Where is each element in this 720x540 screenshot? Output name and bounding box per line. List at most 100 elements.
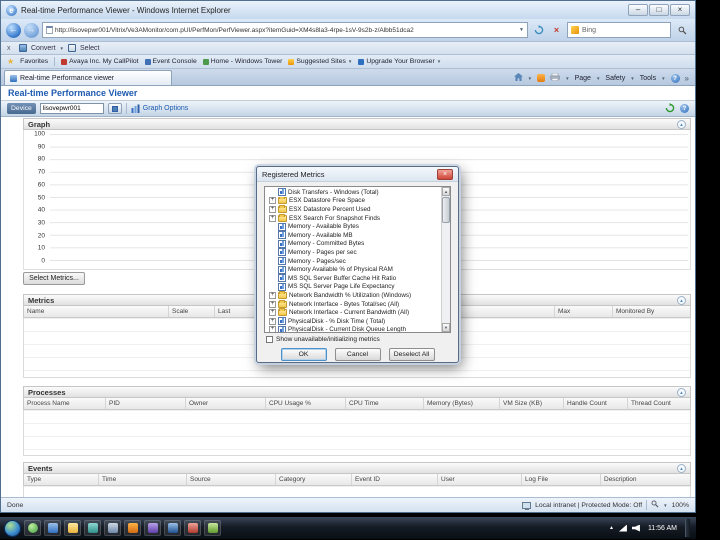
home-caret-icon[interactable]: ▼: [528, 76, 532, 81]
device-input[interactable]: [39, 103, 104, 114]
taskbar-icon[interactable]: [84, 520, 101, 536]
graph-options-button[interactable]: Graph Options: [131, 104, 188, 113]
select-button[interactable]: Select: [80, 45, 99, 52]
favorite-label: Suggested Sites: [296, 58, 346, 65]
stop-button[interactable]: ×: [549, 23, 564, 38]
metric-tree-item[interactable]: + ESX Datastore Free Space: [265, 196, 440, 206]
clock[interactable]: 11:56 AM: [645, 525, 680, 532]
collapse-metrics-button[interactable]: ▲: [677, 295, 686, 305]
taskbar-icon[interactable]: [44, 520, 61, 536]
favorite-link-event-console[interactable]: Event Console: [144, 58, 197, 65]
taskbar-icon[interactable]: [144, 520, 161, 536]
metric-tree-item[interactable]: + Network Bandwidth % Utilization (Window…: [265, 291, 440, 300]
metric-tree-item[interactable]: + ESX Search For Snapshot Finds: [265, 213, 440, 223]
safety-menu[interactable]: Safety: [605, 75, 625, 82]
metric-tree-item[interactable]: MS SQL Server Page Life Expectancy: [265, 282, 440, 292]
metric-tree-item[interactable]: + Network Interface - Current Bandwidth (…: [265, 308, 440, 317]
network-icon[interactable]: [618, 524, 627, 532]
url-input[interactable]: http://lisovepwr001/Vitrix/Ve3AMonitor/c…: [42, 22, 528, 38]
minimize-button[interactable]: –: [628, 4, 648, 16]
page-menu[interactable]: Page: [575, 75, 591, 82]
tab-title: Real-time Performance viewer: [20, 74, 115, 82]
toolbar-close-button[interactable]: x: [7, 45, 15, 52]
collapse-events-button[interactable]: ▲: [677, 463, 686, 473]
tab-performance-viewer[interactable]: Real-time Performance viewer: [4, 70, 172, 85]
metric-tree-item[interactable]: Memory - Available Bytes: [265, 222, 440, 231]
expand-icon[interactable]: +: [269, 309, 276, 317]
expand-icon[interactable]: +: [269, 205, 276, 213]
expand-icon[interactable]: +: [269, 197, 276, 205]
tray-expand-button[interactable]: ▲: [609, 525, 614, 531]
metric-tree-item[interactable]: Disk Transfers - Windows (Total): [265, 188, 440, 197]
expand-icon[interactable]: +: [269, 300, 276, 308]
dialog-close-button[interactable]: ×: [437, 168, 453, 180]
expand-icon[interactable]: +: [269, 291, 276, 299]
metric-tree-item[interactable]: + ESX Datastore Percent Used: [265, 205, 440, 214]
metric-tree-item[interactable]: Memory - Committed Bytes: [265, 239, 440, 249]
favorite-link-suggested-sites[interactable]: Suggested Sites ▼: [288, 58, 352, 65]
list-scrollbar[interactable]: ▲ ▼: [441, 187, 450, 332]
expand-icon[interactable]: +: [269, 214, 276, 222]
favorites-button[interactable]: Favorites: [20, 58, 48, 65]
back-button[interactable]: ←: [6, 22, 21, 38]
metric-tree-item[interactable]: MS SQL Server Buffer Cache Hit Ratio: [265, 274, 440, 283]
favorite-link-upgrade-browser[interactable]: Upgrade Your Browser ▼: [358, 58, 441, 65]
volume-icon[interactable]: [631, 524, 640, 532]
search-button[interactable]: [674, 23, 690, 38]
metric-tree-item[interactable]: Memory - Pages/sec: [265, 257, 440, 266]
taskbar-icon[interactable]: [204, 520, 221, 536]
metric-tree-item[interactable]: + Network Interface - Bytes Total/sec (Al…: [265, 299, 440, 309]
metric-tree-item[interactable]: Memory Available % of Physical RAM: [265, 265, 440, 274]
favorite-link-avaya[interactable]: Avaya Inc. My CallPilot: [61, 58, 139, 65]
metric-tree-item[interactable]: + PhysicalDisk - Current Disk Queue Lengt…: [265, 325, 440, 332]
metric-tree-item[interactable]: Memory - Available MB: [265, 231, 440, 240]
collapse-processes-button[interactable]: ▲: [677, 387, 686, 397]
select-metrics-button[interactable]: Select Metrics...: [23, 272, 85, 285]
axis-label: 20: [37, 232, 45, 240]
forward-button[interactable]: →: [24, 22, 39, 38]
taskbar-icon[interactable]: [104, 520, 121, 536]
start-button[interactable]: [4, 519, 21, 537]
convert-button[interactable]: Convert: [31, 45, 56, 52]
help-button[interactable]: ?: [670, 73, 680, 83]
overflow-chevron-icon[interactable]: »: [685, 74, 689, 83]
taskbar-icon[interactable]: [164, 520, 181, 536]
refresh-button[interactable]: [531, 23, 546, 38]
show-desktop-button[interactable]: [685, 519, 690, 537]
print-button[interactable]: [550, 72, 560, 83]
ok-button[interactable]: OK: [280, 348, 327, 361]
maximize-button[interactable]: □: [649, 4, 669, 16]
zoom-level[interactable]: 100%: [672, 502, 689, 509]
favorite-link-home[interactable]: Home - Windows Tower: [202, 58, 282, 65]
search-input[interactable]: Bing: [567, 22, 671, 38]
taskbar-icon[interactable]: [64, 520, 81, 536]
print-caret-icon[interactable]: ▼: [565, 76, 569, 81]
processes-column-header: Handle Count: [564, 398, 628, 409]
device-browse-button[interactable]: [107, 103, 122, 114]
expand-icon[interactable]: +: [269, 317, 276, 325]
metric-tree-item[interactable]: Memory - Pages per sec: [265, 248, 440, 257]
close-button[interactable]: ×: [670, 4, 690, 16]
refresh-graph-button[interactable]: [665, 102, 675, 115]
taskbar-icon[interactable]: [24, 520, 41, 536]
scroll-thumb[interactable]: [442, 197, 450, 223]
zoom-magnifier-icon[interactable]: [651, 500, 659, 510]
metric-tree-item[interactable]: + PhysicalDisk - % Disk Time ( Total): [265, 317, 440, 326]
deselect-all-button[interactable]: Deselect All: [388, 348, 435, 361]
zoom-caret-icon[interactable]: ▼: [663, 503, 667, 508]
taskbar-icon[interactable]: [184, 520, 201, 536]
scroll-down-button[interactable]: ▼: [442, 323, 450, 332]
scroll-up-button[interactable]: ▲: [442, 187, 450, 196]
select-icon: [67, 44, 76, 52]
convert-caret-icon[interactable]: ▼: [60, 46, 64, 51]
cancel-button[interactable]: Cancel: [334, 348, 381, 361]
taskbar-icon[interactable]: [124, 520, 141, 536]
show-unavailable-checkbox[interactable]: [266, 336, 273, 343]
collapse-graph-button[interactable]: ▲: [677, 119, 686, 129]
page-help-button[interactable]: ?: [680, 104, 689, 113]
url-dropdown-icon[interactable]: ▼: [519, 27, 524, 33]
home-button[interactable]: [513, 73, 523, 83]
tools-menu[interactable]: Tools: [640, 75, 656, 82]
rss-feed-icon[interactable]: [537, 74, 546, 82]
expand-icon[interactable]: +: [269, 326, 276, 332]
